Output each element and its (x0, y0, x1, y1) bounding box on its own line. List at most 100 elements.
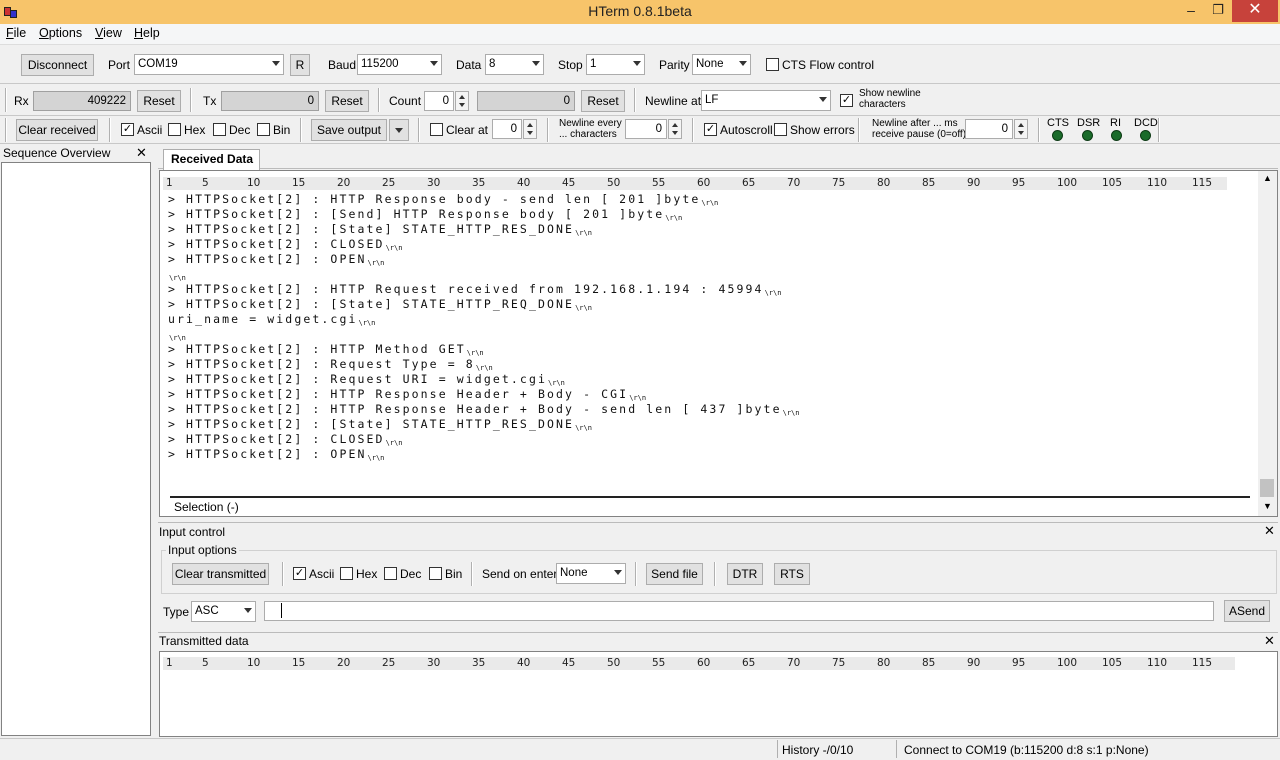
separator (777, 740, 778, 758)
count-total: 0 (477, 91, 575, 111)
dtr-button[interactable]: DTR (727, 563, 763, 585)
ruler-tick-label: 15 (292, 657, 306, 669)
rx-label: Rx (14, 94, 29, 108)
stop-bits-select[interactable]: 1 (586, 54, 645, 75)
scroll-down-icon[interactable]: ▼ (1258, 501, 1277, 511)
asend-button[interactable]: ASend (1224, 600, 1270, 622)
scroll-thumb[interactable] (1260, 479, 1274, 497)
cts-flow-checkbox[interactable] (766, 58, 779, 71)
newline-at-label: Newline at (645, 94, 702, 108)
chevron-down-icon (614, 570, 622, 575)
hex-label: Hex (184, 123, 206, 137)
newline-after-input[interactable]: 0 (965, 119, 1013, 139)
menu-help[interactable]: Help (134, 26, 160, 40)
autoscroll-label: Autoscroll (720, 123, 773, 137)
save-output-button[interactable]: Save output (311, 119, 387, 141)
ruler-tick-label: 40 (517, 657, 531, 669)
clear-at-input[interactable]: 0 (492, 119, 522, 139)
newline-marker: \r\n (575, 229, 592, 237)
rts-button[interactable]: RTS (774, 563, 810, 585)
baud-select[interactable]: 115200 (357, 54, 442, 75)
bin-checkbox[interactable] (257, 123, 270, 136)
tab-received-data[interactable]: Received Data (163, 149, 260, 170)
show-errors-checkbox[interactable] (774, 123, 787, 136)
input-bin-label: Bin (445, 567, 463, 581)
newline-at-select[interactable]: LF (701, 90, 831, 111)
newline-marker: \r\n (575, 424, 592, 432)
separator (692, 118, 694, 142)
separator (378, 88, 380, 112)
tx-reset-button[interactable]: Reset (325, 90, 369, 112)
arrow-up-icon (672, 123, 678, 127)
parity-select[interactable]: None (692, 54, 751, 75)
close-window-button[interactable]: ✕ (1232, 0, 1278, 22)
menu-options[interactable]: Options (39, 26, 82, 40)
count-spinner[interactable] (455, 91, 469, 111)
chevron-down-icon (739, 61, 747, 66)
ruler-tick-label: 110 (1147, 177, 1168, 189)
close-input-control-icon[interactable]: ✕ (1264, 523, 1275, 539)
port-select[interactable]: COM19 (134, 54, 284, 75)
count-label: Count (389, 94, 422, 108)
received-line-text: > HTTPSocket[2] : Request Type = 8 (168, 357, 475, 371)
send-file-button[interactable]: Send file (646, 563, 703, 585)
restore-button[interactable]: ❐ (1205, 0, 1231, 22)
autoscroll-checkbox[interactable]: ✓ (704, 123, 717, 136)
ruler-tick-label: 95 (1012, 177, 1026, 189)
show-newline-checkbox[interactable]: ✓ (840, 94, 853, 107)
received-line-text: > HTTPSocket[2] : [State] STATE_HTTP_RES… (168, 222, 575, 236)
send-on-enter-select[interactable]: None (556, 563, 626, 584)
received-scrollbar[interactable]: ▲ ▼ (1258, 171, 1277, 516)
newline-marker: \r\n (358, 319, 376, 327)
ruler-tick-label: 75 (832, 177, 846, 189)
close-sequence-overview-icon[interactable]: ✕ (136, 145, 147, 161)
refresh-ports-button[interactable]: R (290, 54, 310, 76)
received-line: > HTTPSocket[2] : HTTP Response body - s… (168, 192, 1248, 207)
count-input[interactable]: 0 (424, 91, 454, 111)
separator (896, 740, 897, 758)
ruler-tick-label: 5 (202, 177, 209, 189)
ruler-tick-label: 10 (247, 657, 261, 669)
input-dec-checkbox[interactable] (384, 567, 397, 580)
stop-bits-label: Stop (558, 58, 583, 72)
input-bin-checkbox[interactable] (429, 567, 442, 580)
sequence-overview-list[interactable] (1, 162, 151, 736)
received-line: > HTTPSocket[2] : HTTP Method GET\r\n (168, 342, 1248, 357)
input-hex-checkbox[interactable] (340, 567, 353, 580)
separator (282, 562, 284, 586)
newline-after-spinner[interactable] (1014, 119, 1028, 139)
separator (418, 118, 420, 142)
received-line: > HTTPSocket[2] : CLOSED\r\n (168, 237, 1248, 252)
newline-every-spinner[interactable] (668, 119, 682, 139)
save-output-dropdown[interactable] (389, 119, 409, 141)
close-transmitted-icon[interactable]: ✕ (1264, 633, 1275, 649)
received-line-text: > HTTPSocket[2] : HTTP Method GET (168, 342, 466, 356)
count-reset-button[interactable]: Reset (581, 90, 625, 112)
menu-file[interactable]: File (6, 26, 26, 40)
received-line-text: > HTTPSocket[2] : [State] STATE_HTTP_RES… (168, 417, 575, 431)
minimize-button[interactable]: ‒ (1178, 0, 1204, 22)
ascii-checkbox[interactable]: ✓ (121, 123, 134, 136)
clear-at-spinner[interactable] (523, 119, 537, 139)
arrow-down-icon (1018, 131, 1024, 135)
received-line-text: > HTTPSocket[2] : OPEN (168, 447, 367, 461)
menu-view[interactable]: View (95, 26, 122, 40)
scroll-up-icon[interactable]: ▲ (1258, 173, 1277, 183)
hex-checkbox[interactable] (168, 123, 181, 136)
clear-transmitted-button[interactable]: Clear transmitted (172, 563, 269, 585)
send-text-input[interactable] (264, 601, 1214, 621)
input-ascii-checkbox[interactable]: ✓ (293, 567, 306, 580)
dec-checkbox[interactable] (213, 123, 226, 136)
input-ascii-label: Ascii (309, 567, 335, 581)
separator (5, 118, 7, 142)
disconnect-button[interactable]: Disconnect (21, 54, 94, 76)
newline-marker: \r\n (764, 289, 782, 297)
rx-reset-button[interactable]: Reset (137, 90, 181, 112)
data-bits-select[interactable]: 8 (485, 54, 544, 75)
clear-at-checkbox[interactable] (430, 123, 443, 136)
input-dec-label: Dec (400, 567, 422, 581)
clear-received-button[interactable]: Clear received (16, 119, 98, 141)
newline-every-input[interactable]: 0 (625, 119, 667, 139)
status-history: History -/0/10 (782, 743, 854, 757)
type-select[interactable]: ASC (191, 601, 256, 622)
